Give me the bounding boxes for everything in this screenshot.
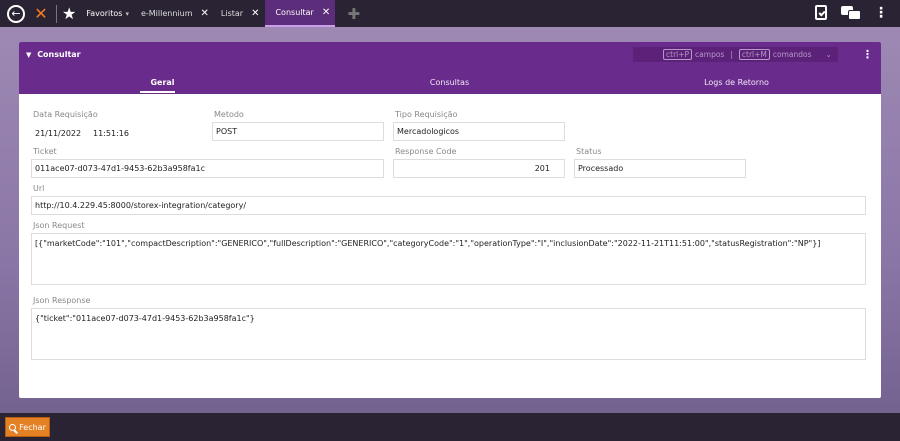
chat-icon[interactable] — [841, 5, 861, 20]
response-code-field[interactable]: 201 — [393, 159, 565, 178]
tab-label: Consultar — [275, 8, 314, 17]
panel-tabs: Geral Consultas Logs de Retorno — [19, 76, 881, 94]
add-tab-icon[interactable]: ✚ — [347, 5, 360, 23]
star-icon[interactable]: ★ — [62, 5, 76, 22]
more-options-icon[interactable]: ⋮ — [874, 6, 888, 20]
favorites-menu[interactable]: Favoritos ▾ — [80, 0, 135, 27]
collapse-icon: ▼ — [26, 51, 32, 59]
top-bar: ← ✕ ★ Favoritos ▾ e-Millennium ✕ Listar … — [0, 0, 900, 27]
shortcut-key: ctrl+M — [738, 49, 770, 60]
shortcut-bar[interactable]: ctrl+P campos | ctrl+M comandos ⌄ — [633, 47, 838, 62]
tab-label: Listar — [220, 9, 244, 18]
shortcut-key: ctrl+P — [663, 49, 693, 60]
panel-more-icon[interactable]: ⋮ — [862, 48, 873, 61]
metodo-label: Metodo — [214, 110, 244, 119]
data-requisicao-time-field[interactable]: 11:51:16 — [89, 124, 139, 144]
chevron-down-icon: ▾ — [125, 9, 129, 18]
close-icon[interactable]: ✕ — [201, 8, 209, 19]
panel-title[interactable]: ▼ Consultar — [26, 50, 81, 59]
favorites-label: Favoritos — [86, 9, 123, 18]
back-icon[interactable]: ← — [7, 4, 25, 23]
tab-label: e-Millennium — [140, 9, 193, 18]
close-icon[interactable]: ✕ — [322, 7, 330, 18]
panel-title-text: Consultar — [37, 50, 81, 59]
tab-consultar[interactable]: Consultar ✕ — [265, 0, 336, 27]
tipo-requisicao-field[interactable]: Mercadologicos — [393, 122, 565, 141]
tab-listar[interactable]: Listar ✕ — [215, 0, 266, 27]
json-request-label: Json Request — [33, 221, 85, 230]
response-code-label: Response Code — [395, 147, 457, 156]
app-logo[interactable]: ✕ — [32, 4, 50, 23]
panel-header: ▼ Consultar ctrl+P campos | ctrl+M coman… — [19, 42, 881, 94]
status-label: Status — [576, 147, 602, 156]
ticket-field[interactable]: 011ace07-d073-47d1-9453-62b3a958fa1c — [31, 159, 384, 178]
close-icon[interactable]: ✕ — [251, 8, 259, 19]
search-icon — [9, 423, 17, 431]
data-requisicao-date-field[interactable]: 21/11/2022 — [31, 124, 93, 144]
shortcut-separator: | — [730, 50, 733, 59]
shortcut-label: comandos — [772, 50, 812, 59]
url-field[interactable]: http://10.4.229.45:8000/storex-integrati… — [31, 196, 866, 215]
status-field[interactable]: Processado — [574, 159, 746, 178]
metodo-field[interactable]: POST — [212, 122, 384, 141]
json-response-field[interactable]: {"ticket":"011ace07-d073-47d1-9453-62b3a… — [31, 308, 866, 360]
url-label: Url — [33, 184, 45, 193]
divider — [56, 4, 57, 23]
tab-logs-de-retorno[interactable]: Logs de Retorno — [593, 76, 880, 94]
consultar-panel: ▼ Consultar ctrl+P campos | ctrl+M coman… — [19, 42, 881, 398]
bottom-bar: Fechar — [0, 413, 900, 441]
ticket-label: Ticket — [33, 147, 57, 156]
tipo-requisicao-label: Tipo Requisição — [395, 110, 458, 119]
tab-geral[interactable]: Geral — [19, 76, 306, 94]
close-button[interactable]: Fechar — [5, 417, 50, 437]
tab-e-millennium[interactable]: e-Millennium ✕ — [135, 0, 215, 27]
shortcut-label: campos — [695, 50, 725, 59]
tab-consultas[interactable]: Consultas — [306, 76, 593, 94]
chevron-down-icon: ⌄ — [825, 50, 832, 59]
json-response-label: Json Response — [33, 296, 91, 305]
close-button-label: Fechar — [19, 422, 46, 432]
json-request-field[interactable]: [{"marketCode":"101","compactDescription… — [31, 233, 866, 285]
data-requisicao-label: Data Requisição — [33, 110, 98, 119]
clipboard-check-icon[interactable] — [815, 5, 827, 20]
